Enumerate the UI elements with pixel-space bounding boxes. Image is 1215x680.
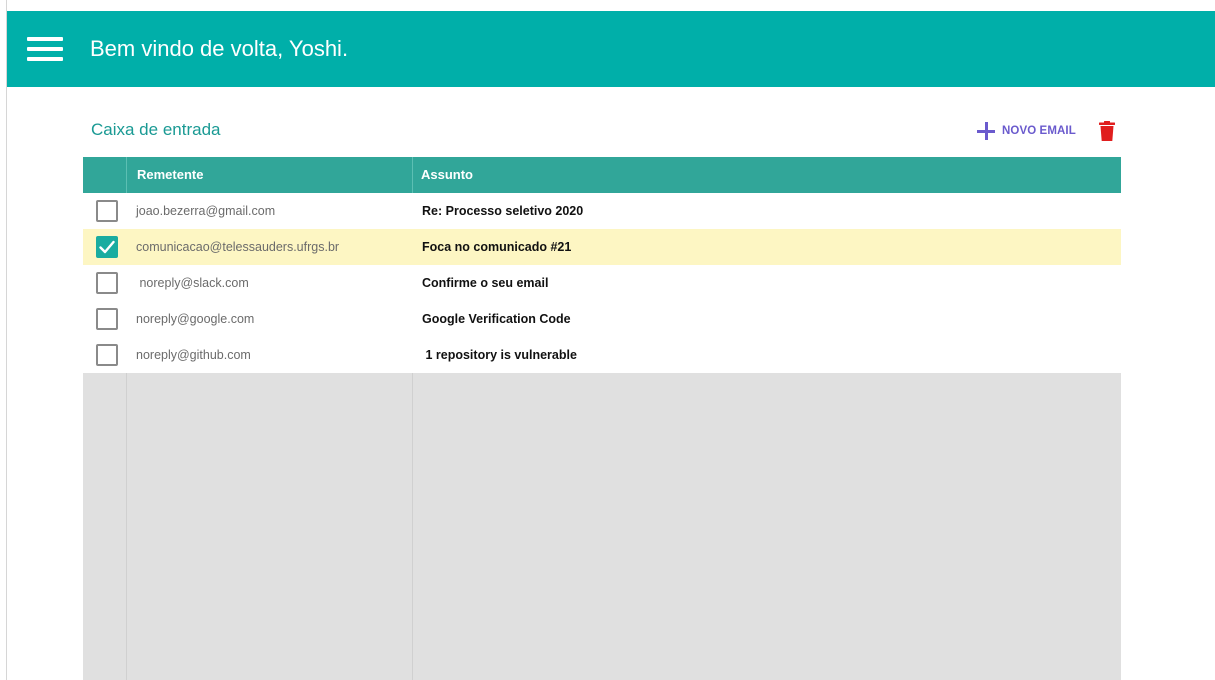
menu-icon-bar [27,47,63,51]
menu-icon-bar [27,37,63,41]
welcome-title: Bem vindo de volta, Yoshi. [90,36,349,61]
column-header-sender[interactable]: Remetente [137,157,203,193]
table-header: Remetente Assunto [83,157,1121,193]
new-email-button[interactable]: NOVO EMAIL [976,120,1076,142]
menu-icon[interactable] [27,37,63,61]
table-row[interactable]: noreply@github.com 1 repository is vulne… [83,337,1121,373]
header-separator [412,157,413,193]
sender-cell: joao.bezerra@gmail.com [136,204,276,218]
email-table: Remetente Assunto joao.bezerra@gmail.com… [83,157,1121,680]
subject-cell: Re: Processo seletivo 2020 [422,204,584,218]
subject-cell: 1 repository is vulnerable [422,348,577,362]
table-row[interactable]: comunicacao@telessauders.ufrgs.br Foca n… [83,229,1121,265]
sender-cell: comunicacao@telessauders.ufrgs.br [136,240,340,254]
inbox-title: Caixa de entrada [91,120,221,139]
subject-cell: Foca no comunicado #21 [422,240,572,254]
plus-icon [976,121,996,141]
table-row[interactable]: noreply@slack.com Confirme o seu email [83,265,1121,301]
email-client-app: Bem vindo de volta, Yoshi. Caixa de entr… [0,0,1215,680]
trash-icon-graphic [1099,121,1115,141]
sender-cell: noreply@google.com [136,312,255,326]
sender-cell: noreply@github.com [136,348,251,362]
row-checkbox[interactable] [96,272,118,294]
email-list: joao.bezerra@gmail.com Re: Processo sele… [83,193,1121,373]
row-checkbox[interactable] [96,236,118,258]
sender-cell: noreply@slack.com [136,276,249,290]
top-app-bar: Bem vindo de volta, Yoshi. [7,11,1215,87]
table-row[interactable]: noreply@google.com Google Verification C… [83,301,1121,337]
row-checkbox[interactable] [96,344,118,366]
new-email-label: NOVO EMAIL [1002,125,1076,137]
header-separator [126,157,127,193]
row-checkbox[interactable] [96,200,118,222]
table-row[interactable]: joao.bezerra@gmail.com Re: Processo sele… [83,193,1121,229]
row-checkbox[interactable] [96,308,118,330]
column-header-subject[interactable]: Assunto [421,157,473,193]
subject-cell: Google Verification Code [422,312,571,326]
menu-icon-bar [27,57,63,61]
window-left-edge [0,0,7,680]
check-icon [99,240,115,254]
subject-cell: Confirme o seu email [422,276,549,290]
trash-icon[interactable] [1099,121,1115,141]
